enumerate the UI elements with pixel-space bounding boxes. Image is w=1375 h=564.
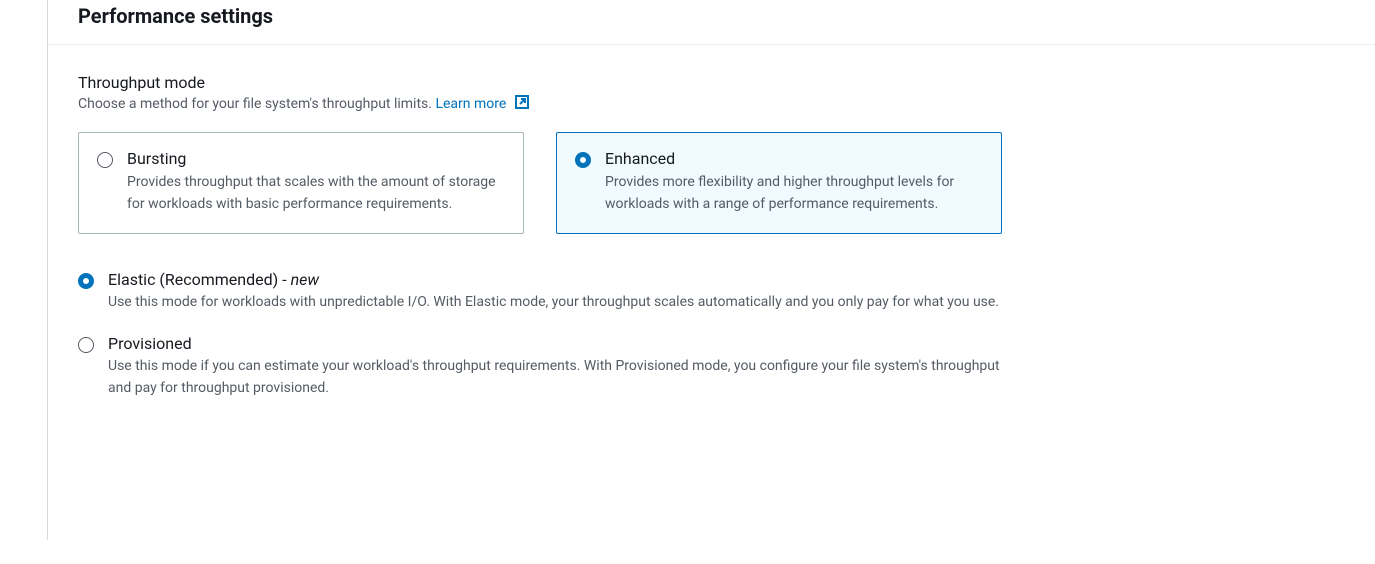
learn-more-text: Learn more	[435, 96, 506, 112]
option-elastic-suffix: -	[278, 270, 290, 289]
option-provisioned-content: Provisioned Use this mode if you can est…	[108, 334, 1018, 400]
section-title: Performance settings	[78, 4, 1345, 28]
panel-body: Throughput mode Choose a method for your…	[48, 45, 1375, 440]
tile-enhanced-content: Enhanced Provides more flexibility and h…	[605, 149, 983, 215]
throughput-label: Throughput mode	[78, 73, 1345, 92]
option-elastic[interactable]: Elastic (Recommended) - new Use this mod…	[78, 270, 1018, 313]
tile-bursting[interactable]: Bursting Provides throughput that scales…	[78, 132, 524, 234]
option-elastic-description: Use this mode for workloads with unpredi…	[108, 291, 1018, 313]
tile-bursting-title: Bursting	[127, 149, 505, 168]
radio-provisioned[interactable]	[78, 337, 94, 353]
radio-elastic[interactable]	[78, 273, 94, 289]
new-badge: new	[291, 270, 319, 289]
option-provisioned-title: Provisioned	[108, 334, 1018, 353]
enhanced-sub-options: Elastic (Recommended) - new Use this mod…	[78, 270, 1018, 399]
tile-enhanced[interactable]: Enhanced Provides more flexibility and h…	[556, 132, 1002, 234]
performance-settings-panel: Performance settings Throughput mode Cho…	[48, 0, 1375, 540]
left-rail	[0, 0, 48, 540]
tile-enhanced-description: Provides more flexibility and higher thr…	[605, 172, 983, 215]
option-provisioned[interactable]: Provisioned Use this mode if you can est…	[78, 334, 1018, 400]
option-elastic-content: Elastic (Recommended) - new Use this mod…	[108, 270, 1018, 313]
tile-bursting-content: Bursting Provides throughput that scales…	[127, 149, 505, 215]
option-elastic-title: Elastic (Recommended) - new	[108, 270, 1018, 289]
radio-bursting[interactable]	[97, 152, 113, 168]
learn-more-link[interactable]: Learn more	[435, 96, 529, 112]
external-link-icon	[514, 94, 530, 114]
option-elastic-title-text: Elastic (Recommended)	[108, 270, 278, 289]
throughput-description-text: Choose a method for your file system's t…	[78, 96, 435, 112]
throughput-mode-tiles: Bursting Provides throughput that scales…	[78, 132, 1345, 234]
throughput-description: Choose a method for your file system's t…	[78, 94, 1345, 114]
tile-enhanced-title: Enhanced	[605, 149, 983, 168]
tile-bursting-description: Provides throughput that scales with the…	[127, 172, 505, 215]
option-provisioned-description: Use this mode if you can estimate your w…	[108, 355, 1018, 400]
panel-header: Performance settings	[48, 0, 1375, 45]
radio-enhanced[interactable]	[575, 152, 591, 168]
